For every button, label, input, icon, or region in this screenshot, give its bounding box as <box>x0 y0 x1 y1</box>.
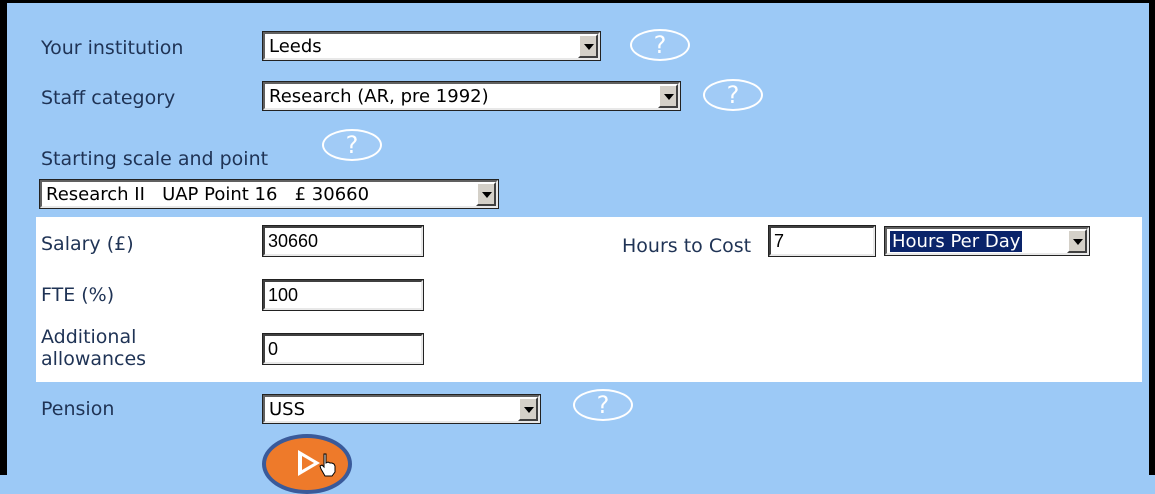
staff-category-label: Staff category <box>41 87 176 109</box>
allowances-field[interactable]: 0 <box>262 333 424 365</box>
window-border-right <box>1149 0 1155 475</box>
starting-scale-label: Starting scale and point <box>41 148 269 170</box>
chevron-down-icon[interactable] <box>518 397 538 421</box>
chevron-down-icon[interactable] <box>578 34 598 58</box>
hours-unit-select[interactable]: Hours Per Day <box>884 226 1090 256</box>
help-icon[interactable]: ? <box>630 29 690 61</box>
calculate-button[interactable] <box>262 434 352 494</box>
chevron-down-icon[interactable] <box>658 84 678 108</box>
chevron-down-icon[interactable] <box>476 182 496 206</box>
window-border-top <box>0 0 1155 3</box>
fte-field[interactable]: 100 <box>262 279 424 311</box>
institution-value: Leeds <box>269 36 322 57</box>
hours-to-cost-label: Hours to Cost <box>622 235 752 257</box>
help-icon[interactable]: ? <box>446 327 506 359</box>
chevron-down-icon[interactable] <box>1067 229 1087 253</box>
window-border-left <box>0 0 7 475</box>
hours-unit-value: Hours Per Day <box>888 230 1024 253</box>
staff-category-select[interactable]: Research (AR, pre 1992) <box>262 81 681 111</box>
starting-scale-select[interactable]: Research II UAP Point 16 £ 30660 <box>39 179 499 209</box>
help-icon[interactable]: ? <box>703 79 763 111</box>
help-icon[interactable]: ? <box>446 273 506 305</box>
hand-pointer-icon <box>319 453 336 477</box>
pension-label: Pension <box>41 398 115 420</box>
pension-select[interactable]: USS <box>262 394 541 424</box>
help-icon[interactable]: ? <box>322 129 382 161</box>
fte-label: FTE (%) <box>41 284 115 306</box>
allowances-label: Additional allowances <box>41 326 147 370</box>
salary-field[interactable]: 30660 <box>262 225 424 257</box>
starting-scale-value: Research II UAP Point 16 £ 30660 <box>46 184 370 205</box>
staff-category-value: Research (AR, pre 1992) <box>269 86 489 107</box>
salary-label: Salary (£) <box>41 233 134 255</box>
pension-value: USS <box>269 399 306 420</box>
help-icon[interactable]: ? <box>573 389 633 421</box>
institution-select[interactable]: Leeds <box>262 31 601 61</box>
institution-label: Your institution <box>41 37 184 59</box>
hours-to-cost-field[interactable]: 7 <box>768 225 876 257</box>
